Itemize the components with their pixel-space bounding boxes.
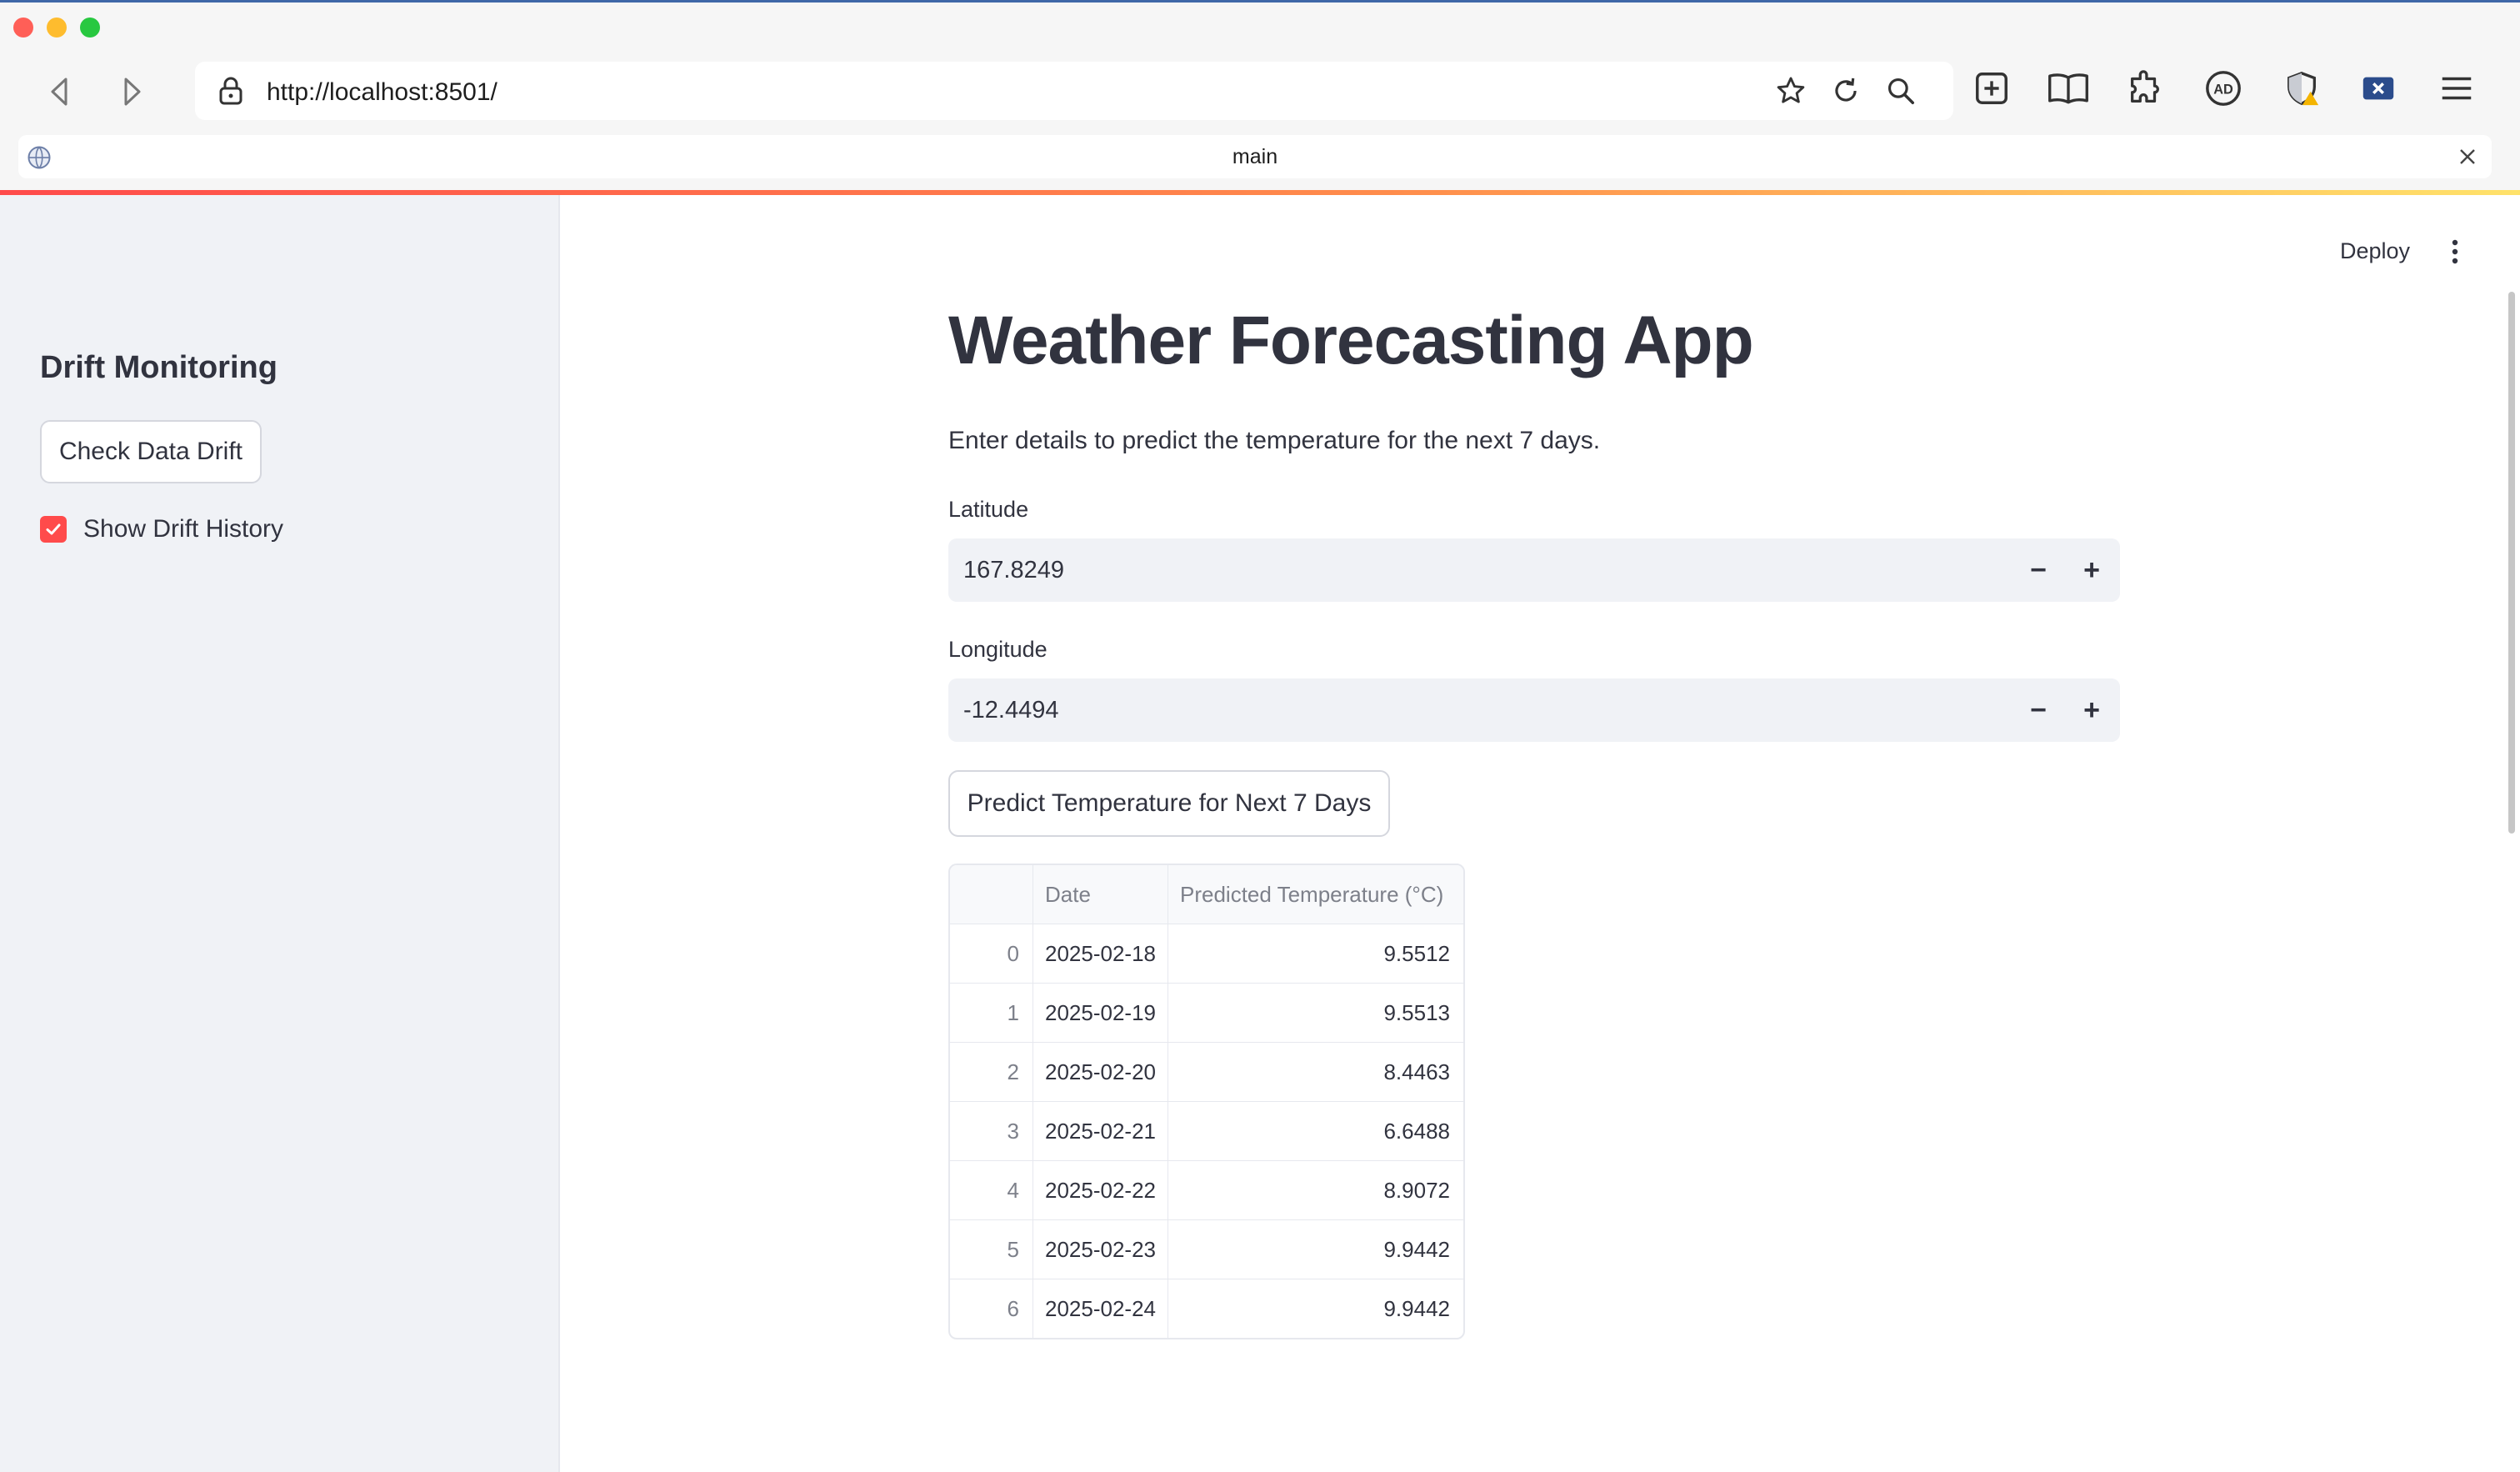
- row-index: 2: [950, 1043, 1033, 1101]
- row-date[interactable]: 2025-02-18: [1033, 924, 1168, 983]
- latitude-decrement-button[interactable]: −: [2012, 538, 2065, 602]
- row-temperature[interactable]: 9.9442: [1168, 1220, 1463, 1279]
- close-tab-icon[interactable]: [2458, 148, 2477, 166]
- table-row[interactable]: 5 2025-02-23 9.9442: [950, 1219, 1463, 1279]
- latitude-value[interactable]: 167.8249: [963, 557, 1064, 584]
- row-temperature[interactable]: 9.5513: [1168, 984, 1463, 1042]
- latitude-label: Latitude: [948, 497, 1029, 522]
- shield-extension-button[interactable]: [2277, 63, 2327, 113]
- deploy-button[interactable]: Deploy: [2340, 238, 2410, 264]
- row-index: 5: [950, 1220, 1033, 1279]
- row-temperature[interactable]: 9.9442: [1168, 1279, 1463, 1338]
- latitude-increment-button[interactable]: +: [2065, 538, 2118, 602]
- svg-text:AD: AD: [2213, 83, 2233, 98]
- row-index: 6: [950, 1279, 1033, 1338]
- forecast-table[interactable]: Date Predicted Temperature (°C) 0 2025-0…: [948, 864, 1465, 1339]
- table-row[interactable]: 3 2025-02-21 6.6488: [950, 1101, 1463, 1160]
- tab-strip: main: [0, 132, 2520, 193]
- screen-extension-button[interactable]: [2353, 63, 2403, 113]
- sidebar-title: Drift Monitoring: [40, 350, 278, 385]
- show-drift-history-checkbox-row[interactable]: Show Drift History: [40, 515, 283, 543]
- extensions-button[interactable]: [2120, 63, 2170, 113]
- hamburger-menu-icon: [2442, 77, 2472, 100]
- main-content: [560, 195, 2520, 1472]
- more-options-icon[interactable]: [2450, 238, 2460, 265]
- row-date[interactable]: 2025-02-21: [1033, 1102, 1168, 1160]
- tab-main[interactable]: main: [18, 135, 2492, 178]
- table-header-date[interactable]: Date: [1033, 865, 1168, 924]
- longitude-value[interactable]: -12.4494: [963, 697, 1059, 724]
- row-temperature[interactable]: 6.6488: [1168, 1102, 1463, 1160]
- forward-arrow-icon: [124, 78, 141, 106]
- back-arrow-icon: [51, 78, 68, 106]
- row-index: 4: [950, 1161, 1033, 1219]
- forward-button[interactable]: [112, 72, 152, 112]
- row-temperature[interactable]: 8.9072: [1168, 1161, 1463, 1219]
- page-subtitle: Enter details to predict the temperature…: [948, 427, 1601, 454]
- longitude-increment-button[interactable]: +: [2065, 678, 2118, 742]
- adblock-extension-button[interactable]: AD: [2198, 63, 2248, 113]
- tab-title: main: [1232, 145, 1278, 168]
- lock-icon: [219, 77, 242, 105]
- screen-close-icon: [2362, 77, 2394, 100]
- new-tab-button[interactable]: [1967, 63, 2017, 113]
- menu-button[interactable]: [2432, 63, 2482, 113]
- row-date[interactable]: 2025-02-22: [1033, 1161, 1168, 1219]
- row-index: 0: [950, 924, 1033, 983]
- predict-temperature-button[interactable]: Predict Temperature for Next 7 Days: [948, 770, 1390, 837]
- zoom-window-button[interactable]: [80, 18, 100, 38]
- page-title: Weather Forecasting App: [948, 303, 1754, 378]
- table-row[interactable]: 2 2025-02-20 8.4463: [950, 1042, 1463, 1101]
- back-button[interactable]: [40, 72, 80, 112]
- minimize-window-button[interactable]: [47, 18, 67, 38]
- row-date[interactable]: 2025-02-23: [1033, 1220, 1168, 1279]
- book-icon: [2048, 73, 2088, 104]
- check-data-drift-button[interactable]: Check Data Drift: [40, 420, 262, 483]
- shield-warning-icon: [2288, 72, 2319, 106]
- reload-icon[interactable]: [1830, 75, 1862, 107]
- row-date[interactable]: 2025-02-24: [1033, 1279, 1168, 1338]
- table-row[interactable]: 0 2025-02-18 9.5512: [950, 924, 1463, 983]
- row-index: 3: [950, 1102, 1033, 1160]
- browser-toolbar: http://localhost:8501/ AD: [0, 52, 2520, 132]
- show-drift-history-checkbox[interactable]: [40, 516, 67, 543]
- page-scrollbar[interactable]: [2508, 292, 2515, 834]
- row-date[interactable]: 2025-02-19: [1033, 984, 1168, 1042]
- plus-square-icon: [1976, 73, 2008, 104]
- table-header-index[interactable]: [950, 865, 1033, 924]
- show-drift-history-label: Show Drift History: [83, 515, 284, 543]
- longitude-decrement-button[interactable]: −: [2012, 678, 2065, 742]
- reader-view-button[interactable]: [2043, 63, 2093, 113]
- search-icon[interactable]: [1885, 75, 1917, 107]
- ad-block-icon: AD: [2206, 71, 2241, 106]
- longitude-input[interactable]: -12.4494 − +: [948, 678, 2120, 742]
- sidebar: Drift Monitoring Check Data Drift Show D…: [0, 195, 560, 1472]
- checkmark-icon: [46, 523, 61, 535]
- puzzle-icon: [2131, 70, 2159, 103]
- star-bookmark-icon[interactable]: [1775, 75, 1807, 107]
- window-title-bar: [0, 0, 2520, 52]
- row-temperature[interactable]: 8.4463: [1168, 1043, 1463, 1101]
- table-header-temperature[interactable]: Predicted Temperature (°C): [1168, 865, 1463, 924]
- longitude-label: Longitude: [948, 637, 1048, 662]
- table-header-row: Date Predicted Temperature (°C): [950, 865, 1463, 924]
- latitude-input[interactable]: 167.8249 − +: [948, 538, 2120, 602]
- row-index: 1: [950, 984, 1033, 1042]
- address-bar[interactable]: http://localhost:8501/: [195, 62, 1953, 120]
- row-date[interactable]: 2025-02-20: [1033, 1043, 1168, 1101]
- table-row[interactable]: 4 2025-02-22 8.9072: [950, 1160, 1463, 1219]
- row-temperature[interactable]: 9.5512: [1168, 924, 1463, 983]
- close-window-button[interactable]: [13, 18, 33, 38]
- table-row[interactable]: 6 2025-02-24 9.9442: [950, 1279, 1463, 1338]
- table-row[interactable]: 1 2025-02-19 9.5513: [950, 983, 1463, 1042]
- url-text: http://localhost:8501/: [267, 78, 498, 106]
